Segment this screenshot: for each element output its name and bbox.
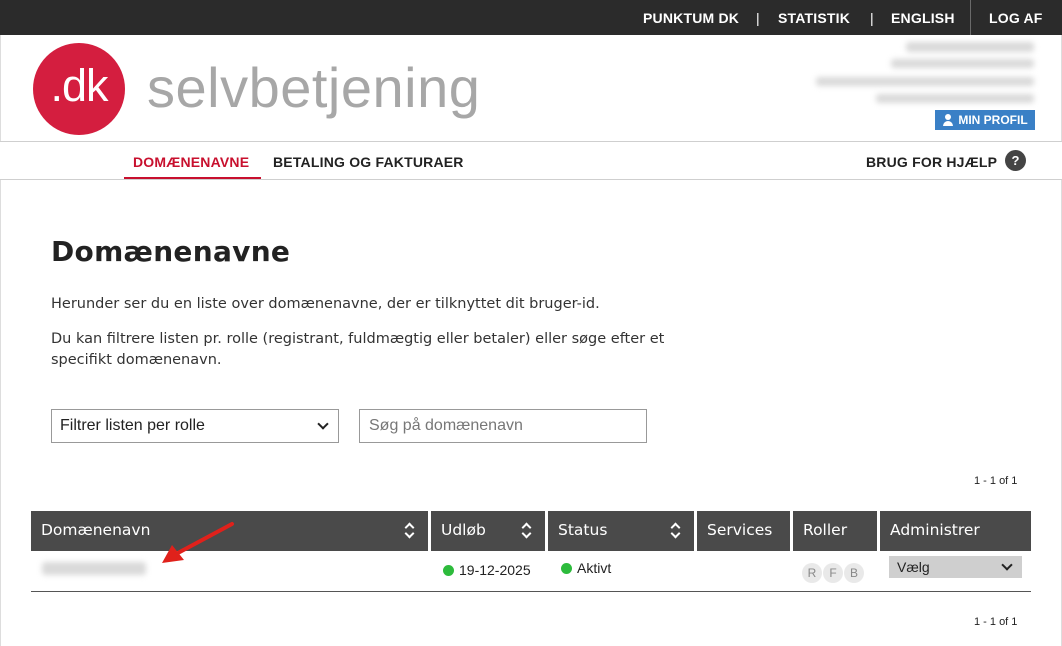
- column-header-label: Roller: [803, 521, 848, 539]
- page-border-left: [0, 180, 1, 646]
- status-dot-icon: [561, 563, 572, 574]
- column-header-udlob[interactable]: Udløb: [431, 511, 545, 551]
- user-icon: [942, 114, 954, 126]
- main-nav: DOMÆNENAVNE BETALING OG FAKTURAER BRUG F…: [0, 141, 1062, 180]
- table-row-divider: [31, 591, 1031, 592]
- column-header-label: Services: [707, 521, 773, 539]
- sort-icon[interactable]: [671, 523, 681, 539]
- english-link[interactable]: ENGLISH: [891, 10, 955, 26]
- page-title: Domænenavne: [51, 235, 291, 268]
- intro-text: Herunder ser du en liste over domænenavn…: [51, 296, 600, 312]
- help-icon[interactable]: ?: [1005, 150, 1026, 171]
- blurred-user-info: [876, 94, 1034, 103]
- sort-icon[interactable]: [405, 523, 415, 539]
- column-header-label: Udløb: [441, 521, 486, 539]
- pagination-info-top: 1 - 1 of 1: [974, 475, 1018, 487]
- blurred-user-info: [906, 42, 1034, 52]
- active-tab-indicator: [124, 177, 261, 179]
- my-profile-label: MIN PROFIL: [958, 113, 1028, 127]
- punktum-dk-link[interactable]: PUNKTUM DK: [643, 10, 739, 26]
- logout-link[interactable]: LOG AF: [989, 10, 1043, 26]
- topbar-divider: [970, 0, 971, 35]
- dk-logo[interactable]: .dk: [33, 43, 125, 135]
- domain-search-input[interactable]: [359, 409, 647, 443]
- statistik-link[interactable]: STATISTIK: [778, 10, 850, 26]
- expiry-date: 19-12-2025: [459, 562, 531, 578]
- column-header-status[interactable]: Status: [548, 511, 694, 551]
- column-header-administrer: Administrer: [880, 511, 1031, 551]
- role-filter-value: Filtrer listen per rolle: [60, 417, 205, 434]
- logo-text: .dk: [50, 60, 108, 111]
- filter-help-text-line1: Du kan filtrere listen pr. rolle (regist…: [51, 331, 665, 347]
- role-badge-fuldmaegtig: F: [823, 563, 843, 583]
- administer-select[interactable]: Vælg: [889, 556, 1022, 578]
- help-link[interactable]: BRUG FOR HJÆLP: [866, 154, 997, 170]
- column-header-roller: Roller: [793, 511, 877, 551]
- annotation-arrow-icon: [162, 522, 234, 563]
- column-header-label: Administrer: [890, 521, 980, 539]
- status-text: Aktivt: [577, 560, 612, 576]
- blurred-domain-name[interactable]: [42, 562, 146, 575]
- blurred-user-info: [891, 59, 1034, 68]
- brand-name: selvbetjening: [147, 56, 481, 119]
- status-cell: Aktivt: [561, 560, 611, 576]
- role-badge-betaler: B: [844, 563, 864, 583]
- nav-domaenenavne[interactable]: DOMÆNENAVNE: [133, 154, 249, 170]
- expiry-cell: 19-12-2025: [443, 562, 531, 578]
- filter-help-text-line2: specifikt domænenavn.: [51, 352, 222, 368]
- column-header-services: Services: [697, 511, 790, 551]
- column-header-label: Status: [558, 521, 608, 539]
- nav-betaling-og-fakturaer[interactable]: BETALING OG FAKTURAER: [273, 154, 464, 170]
- my-profile-button[interactable]: MIN PROFIL: [935, 110, 1035, 130]
- site-header: .dk selvbetjening MIN PROFIL: [0, 35, 1062, 141]
- administer-select-value: Vælg: [897, 559, 930, 575]
- status-dot-icon: [443, 565, 454, 576]
- pagination-info-bottom: 1 - 1 of 1: [974, 616, 1018, 628]
- topbar-separator: |: [756, 10, 760, 26]
- sort-icon[interactable]: [522, 523, 532, 539]
- top-bar: PUNKTUM DK | STATISTIK | ENGLISH LOG AF: [0, 0, 1062, 35]
- chevron-down-icon: [1001, 559, 1013, 571]
- blurred-user-info: [816, 77, 1034, 86]
- chevron-down-icon: [317, 418, 329, 430]
- role-filter-select[interactable]: Filtrer listen per rolle: [51, 409, 339, 443]
- role-badge-registrant: R: [802, 563, 822, 583]
- column-header-label: Domænenavn: [41, 521, 151, 539]
- topbar-separator: |: [870, 10, 874, 26]
